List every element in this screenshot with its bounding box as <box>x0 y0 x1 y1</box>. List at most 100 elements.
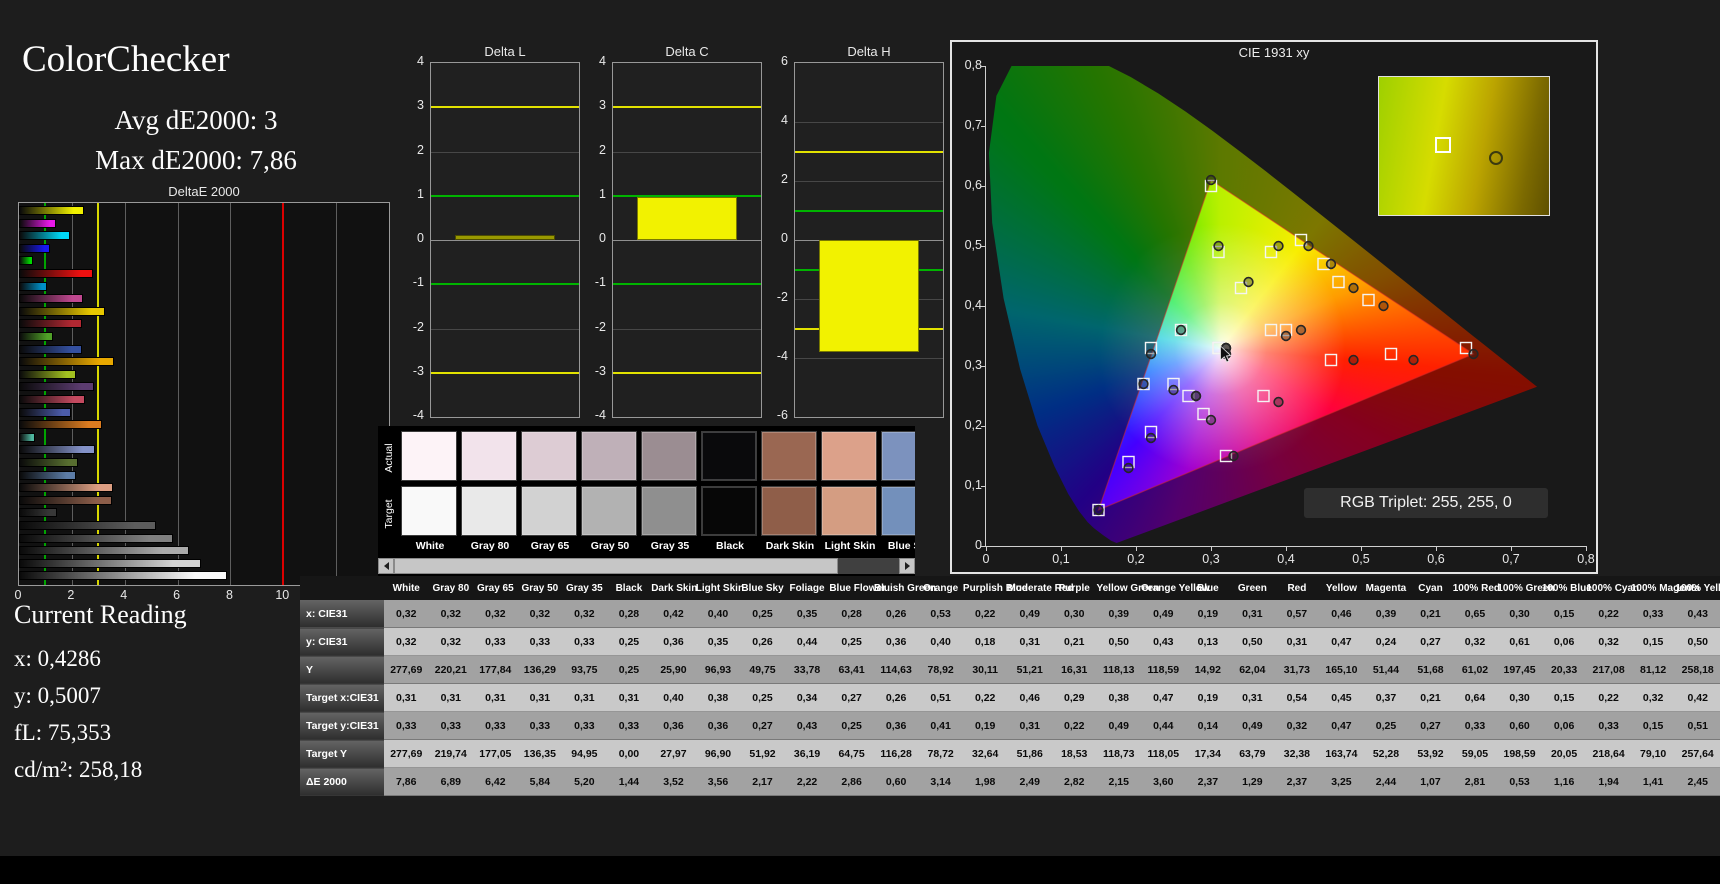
swatch-columns: White Gray 80 Gray 65 Gray 50 Gray 35 Black Da… <box>400 426 915 576</box>
table-cell: 81,12 <box>1630 655 1676 684</box>
table-cell: 2,82 <box>1051 767 1097 796</box>
gridline <box>431 151 579 153</box>
table-cell: 5,84 <box>517 767 563 796</box>
table-cell: 0,00 <box>606 739 652 768</box>
axis-tick-label: 2 <box>781 172 788 186</box>
table-cell: 0,34 <box>784 683 830 712</box>
table-cell: 0,53 <box>918 600 963 628</box>
table-cell: 0,39 <box>1096 600 1142 628</box>
gridline <box>795 181 943 182</box>
table-cell: 0,51 <box>1675 711 1720 740</box>
target-swatch-5[interactable] <box>701 486 757 536</box>
target-swatch-2[interactable] <box>521 486 577 536</box>
column-header: Light Skin <box>695 576 744 600</box>
target-swatch-7[interactable] <box>821 486 877 536</box>
table-row: Target y:CIE31 0,33 0,33 0,33 0,33 0,33 0,33 0,… <box>300 711 1720 740</box>
table-cell: 0,35 <box>784 600 830 628</box>
delta-value-bar <box>455 234 555 240</box>
table-cell: 3,60 <box>1141 767 1186 796</box>
measured-marker-9 <box>1243 276 1254 288</box>
table-cell: 1,94 <box>1586 767 1631 796</box>
swatch-column: Dark Skin <box>760 426 820 576</box>
axis-tick-label: -4 <box>412 408 424 422</box>
table-cell: 0,36 <box>651 627 696 656</box>
axis-tick-label: -1 <box>594 275 606 290</box>
actual-swatch-6[interactable] <box>761 431 817 481</box>
swatch-scrollbar[interactable] <box>378 558 915 574</box>
table-cell: 0,50 <box>1675 627 1720 656</box>
actual-swatch-7[interactable] <box>821 431 877 481</box>
deltae-bar-light-skin <box>19 483 114 493</box>
table-cell: 63,79 <box>1230 739 1275 768</box>
actual-swatch-0[interactable] <box>401 431 457 481</box>
target-swatch-1[interactable] <box>461 486 517 536</box>
deltae-bar-gray-65 <box>19 546 189 556</box>
target-swatch-6[interactable] <box>761 486 817 536</box>
scrollbar-left-button[interactable] <box>378 558 394 574</box>
measured-marker-17 <box>1348 282 1359 294</box>
target-swatch-4[interactable] <box>641 486 697 536</box>
table-cell: 165,10 <box>1319 655 1364 684</box>
table-cell: 0,32 <box>428 627 474 656</box>
measured-marker-14 <box>1348 354 1359 366</box>
actual-swatch-2[interactable] <box>521 431 577 481</box>
axis-tick-label: 0,3 <box>1202 552 1220 566</box>
gridline <box>336 203 338 585</box>
cie-1931-xy-chart: CIE 1931 xy RGB Triplet: 255, 255, 0 0,8… <box>950 40 1598 574</box>
table-cell: 2,81 <box>1452 767 1498 796</box>
column-header: Cyan <box>1408 576 1453 600</box>
scrollbar-right-button[interactable] <box>899 558 915 574</box>
swatch-column: Gray 80 <box>460 426 520 576</box>
actual-swatch-3[interactable] <box>581 431 637 481</box>
actual-swatch-4[interactable] <box>641 431 697 481</box>
tick-mark <box>1286 546 1287 551</box>
table-cell: 96,90 <box>695 739 741 768</box>
tick-mark <box>986 546 987 551</box>
table-corner-cell <box>300 576 384 600</box>
actual-swatch-8[interactable] <box>881 431 915 481</box>
current-reading-panel: Current Reading x: 0,4286 y: 0,5007 fL: 75… <box>14 600 314 788</box>
scrollbar-thumb[interactable] <box>394 558 838 574</box>
target-swatch-8[interactable] <box>881 486 915 536</box>
deltae2000-bar-chart: DeltaE 2000 02468101214 <box>15 184 395 604</box>
table-row: Target Y 277,69 219,74 177,05 136,35 94,95 0,0… <box>300 739 1720 768</box>
column-header: 100% Green <box>1497 576 1555 600</box>
table-cell: 0,22 <box>1586 683 1631 712</box>
axis-tick-label: 0,6 <box>964 178 982 192</box>
table-cell: 0,47 <box>1141 683 1186 712</box>
table-cell: 0,25 <box>606 655 652 684</box>
axis-tick-label: -4 <box>594 408 606 422</box>
yellow-threshold-line <box>431 371 579 374</box>
column-header: Dark Skin <box>651 576 697 600</box>
table-cell: 2,15 <box>1096 767 1142 796</box>
table-cell: 3,56 <box>695 767 741 796</box>
measured-marker-6 <box>1295 324 1307 336</box>
deltae-bar-100-blue <box>19 243 50 253</box>
table-cell: 0,29 <box>1051 683 1097 712</box>
axis-tick-label: 2 <box>417 142 424 157</box>
target-swatch-3[interactable] <box>581 486 637 536</box>
table-cell: 51,44 <box>1363 655 1409 684</box>
table-cell: 0,40 <box>651 683 696 712</box>
target-swatch-0[interactable] <box>401 486 457 536</box>
delta-l-title: Delta L <box>484 44 526 59</box>
tick-mark <box>1136 546 1137 551</box>
table-cell: 3,14 <box>918 767 963 796</box>
measured-marker-10 <box>1190 390 1202 402</box>
axis-tick-label: 0,1 <box>964 478 982 492</box>
table-cell: 0,51 <box>918 683 963 712</box>
deltae-bar-100-cyan <box>19 231 71 241</box>
deltae-bar-dark-skin <box>19 495 113 505</box>
table-cell: 0,33 <box>1452 711 1498 740</box>
axis-tick-label: 4 <box>781 113 788 127</box>
actual-swatch-1[interactable] <box>461 431 517 481</box>
axis-tick-label: 1 <box>417 186 424 201</box>
table-cell: 2,22 <box>784 767 830 796</box>
swatch-label: Light Skin <box>824 540 876 552</box>
actual-swatch-5[interactable] <box>701 431 757 481</box>
column-header: Green <box>1230 576 1275 600</box>
table-cell: 78,92 <box>918 655 963 684</box>
tick-mark <box>1586 546 1587 551</box>
table-cell: 0,31 <box>1230 600 1275 628</box>
table-cell: 0,15 <box>1630 711 1676 740</box>
